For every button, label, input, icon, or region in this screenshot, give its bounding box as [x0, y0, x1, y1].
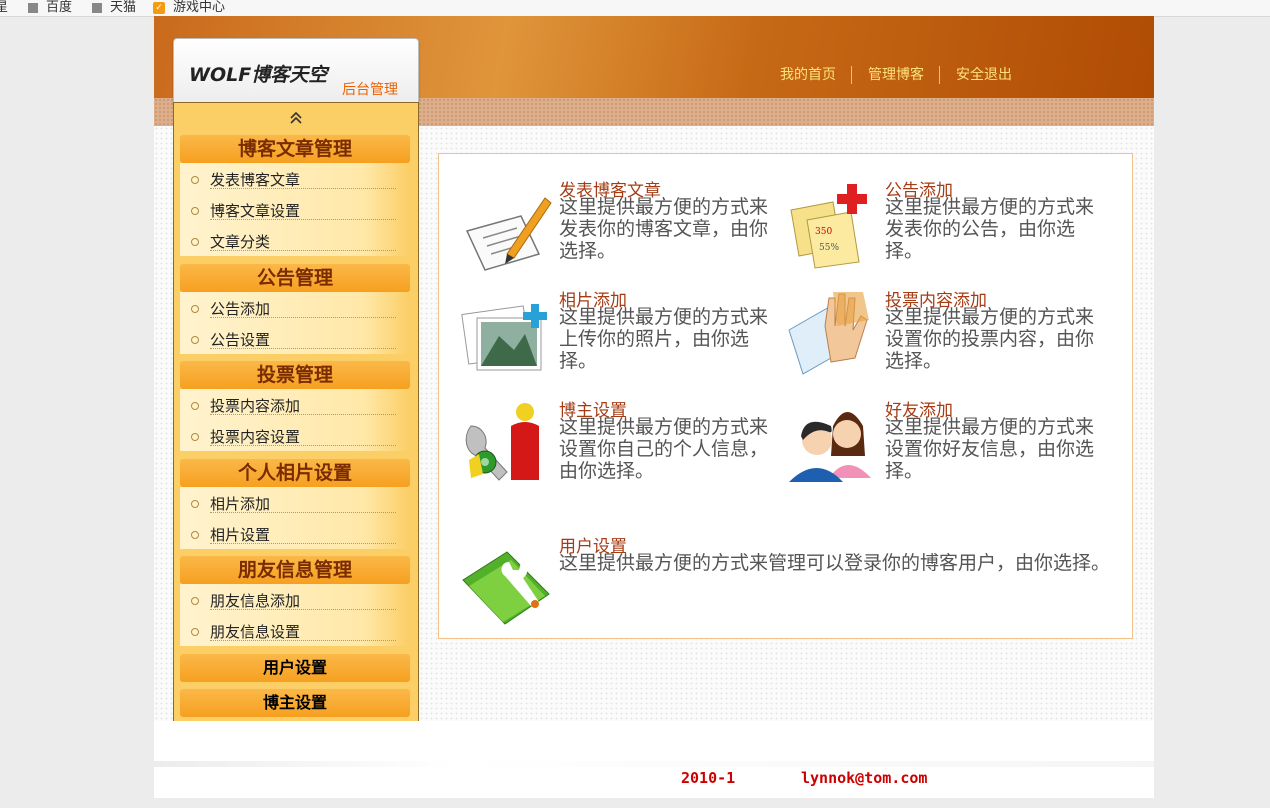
sidebar-item-label: 朋友信息设置 [210, 623, 301, 641]
bookmark-icon [28, 2, 38, 13]
sidebar: 博客文章管理 发表博客文章 博客文章设置 文章分类 公告管理 公告添加 公告设置… [173, 102, 419, 727]
svg-text:350: 350 [815, 227, 832, 237]
sidebar-item-label: 相片添加 [210, 495, 271, 513]
logo-title: WOLF博客天空 [189, 64, 328, 86]
feature-card[interactable]: 发表博客文章 这里提供最方便的方式来 发表你的博客文章，由你 选择。 [459, 176, 799, 276]
bullet-icon [191, 305, 199, 313]
bullet-icon [191, 500, 199, 508]
sidebar-section-header[interactable]: 个人相片设置 [180, 459, 410, 487]
hand-vote-icon [788, 292, 869, 375]
feature-card[interactable]: 好友添加 这里提供最方便的方式来 设置你好友信息，由你选 择。 [785, 396, 1125, 496]
card-description: 这里提供最方便的方式来 设置你好友信息，由你选 择。 [885, 416, 1095, 482]
footer: 2010-1 lynnok@tom.com [154, 721, 1154, 798]
sidebar-section: 用户设置 [180, 654, 410, 682]
sidebar-item-label: 公告添加 [210, 300, 271, 318]
sidebar-section-header[interactable]: 朋友信息管理 [180, 556, 410, 584]
card-description: 这里提供最方便的方式来 发表你的博客文章，由你 选择。 [559, 196, 769, 262]
sidebar-blogger-settings[interactable]: 博主设置 [180, 689, 410, 717]
sidebar-item[interactable]: 相片设置 [180, 518, 410, 549]
sidebar-section: 朋友信息管理 朋友信息添加 朋友信息设置 [180, 556, 410, 646]
sidebar-item-label: 投票内容设置 [210, 428, 301, 446]
sidebar-item[interactable]: 文章分类 [180, 225, 410, 256]
bookmark-item[interactable]: 天猫 [92, 0, 136, 15]
bookmark-item[interactable]: 星 [0, 0, 8, 15]
card-description: 这里提供最方便的方式来 设置你的投票内容，由你 选择。 [885, 306, 1095, 372]
sidebar-item[interactable]: 投票内容添加 [180, 389, 410, 420]
feature-card[interactable]: 用户设置 这里提供最方便的方式来管理可以登录你的博客用户，由你选择。 [459, 532, 1119, 632]
sidebar-item[interactable]: 相片添加 [180, 487, 410, 518]
sidebar-section-header[interactable]: 投票管理 [180, 361, 410, 389]
bullet-icon [191, 402, 199, 410]
sidebar-item-label: 相片设置 [210, 526, 271, 544]
nav-home-link[interactable]: 我的首页 [764, 66, 851, 84]
sidebar-item-label: 公告设置 [210, 331, 271, 349]
sidebar-item[interactable]: 朋友信息设置 [180, 615, 410, 646]
page-container: WOLF博客天空 后台管理 我的首页 管理博客 安全退出 博客文章管理 发表博客… [154, 16, 1154, 798]
sidebar-item[interactable]: 朋友信息添加 [180, 584, 410, 615]
card-description: 这里提供最方便的方式来管理可以登录你的博客用户，由你选择。 [559, 552, 1111, 574]
pen-paper-icon [465, 197, 552, 271]
sidebar-item-label: 文章分类 [210, 233, 271, 251]
bullet-icon [191, 336, 199, 344]
feature-card[interactable]: 博主设置 这里提供最方便的方式来 设置你自己的个人信息， 由你选择。 [459, 396, 799, 496]
bullet-icon [191, 207, 199, 215]
sidebar-section: 博主设置 [180, 689, 410, 717]
sidebar-item-label: 博客文章设置 [210, 202, 301, 220]
feature-card[interactable]: 相片添加 这里提供最方便的方式来 上传你的照片，由你选 择。 [459, 286, 799, 386]
folder-settings-icon [462, 551, 550, 625]
sidebar-section: 公告管理 公告添加 公告设置 [180, 264, 410, 354]
double-chevron-up-icon [290, 111, 302, 124]
sidebar-section-header[interactable]: 博客文章管理 [180, 135, 410, 163]
bullet-icon [191, 238, 199, 246]
logo-subtitle: 后台管理 [342, 82, 398, 98]
card-description: 这里提供最方便的方式来 上传你的照片，由你选 择。 [559, 306, 769, 372]
bullet-icon [191, 176, 199, 184]
bullet-icon [191, 531, 199, 539]
footer-date: 2010-1 [681, 769, 736, 787]
bookmark-icon [92, 2, 102, 13]
collapse-button[interactable] [174, 103, 418, 133]
nav-manage-link[interactable]: 管理博客 [851, 66, 939, 84]
friends-icon [789, 412, 871, 482]
notes-add-icon: 350 55% [790, 184, 867, 269]
svg-text:55%: 55% [819, 243, 839, 253]
card-description: 这里提供最方便的方式来 发表你的公告，由你选 择。 [885, 196, 1095, 262]
sidebar-item-label: 朋友信息添加 [210, 592, 301, 610]
sidebar-user-settings[interactable]: 用户设置 [180, 654, 410, 682]
bullet-icon [191, 597, 199, 605]
site-logo: WOLF博客天空 后台管理 [173, 38, 419, 104]
sidebar-section-header[interactable]: 公告管理 [180, 264, 410, 292]
sidebar-section: 博客文章管理 发表博客文章 博客文章设置 文章分类 [180, 135, 410, 256]
photos-add-icon [461, 304, 547, 371]
feature-card[interactable]: 350 55% 公告添加 这里提供最方便的方式来 发表你的公告，由你选 择。 [785, 176, 1125, 276]
game-center-icon: ✓ [153, 1, 165, 14]
sidebar-item[interactable]: 投票内容设置 [180, 420, 410, 451]
sidebar-item[interactable]: 发表博客文章 [180, 163, 410, 194]
bookmark-item[interactable]: 百度 [28, 0, 72, 15]
card-description: 这里提供最方便的方式来 设置你自己的个人信息， 由你选择。 [559, 416, 769, 482]
bookmarks-bar: 星 百度 天猫 ✓游戏中心 [0, 0, 1270, 17]
sidebar-item-label: 发表博客文章 [210, 171, 301, 189]
sidebar-item[interactable]: 公告添加 [180, 292, 410, 323]
sidebar-item-label: 投票内容添加 [210, 397, 301, 415]
sidebar-item[interactable]: 公告设置 [180, 323, 410, 354]
bookmark-item[interactable]: ✓ 游戏中心 [153, 0, 225, 15]
top-nav: 我的首页 管理博客 安全退出 [764, 66, 1027, 84]
sidebar-section: 投票管理 投票内容添加 投票内容设置 [180, 361, 410, 451]
main-panel: 发表博客文章 这里提供最方便的方式来 发表你的博客文章，由你 选择。 350 55%… [438, 153, 1133, 639]
nav-logout-link[interactable]: 安全退出 [939, 66, 1027, 84]
footer-email[interactable]: lynnok@tom.com [801, 769, 927, 787]
feature-card[interactable]: 投票内容添加 这里提供最方便的方式来 设置你的投票内容，由你 选择。 [785, 286, 1125, 386]
bullet-icon [191, 628, 199, 636]
sidebar-section: 个人相片设置 相片添加 相片设置 [180, 459, 410, 549]
sidebar-item[interactable]: 博客文章设置 [180, 194, 410, 225]
bullet-icon [191, 433, 199, 441]
settings-user-icon [465, 403, 539, 481]
